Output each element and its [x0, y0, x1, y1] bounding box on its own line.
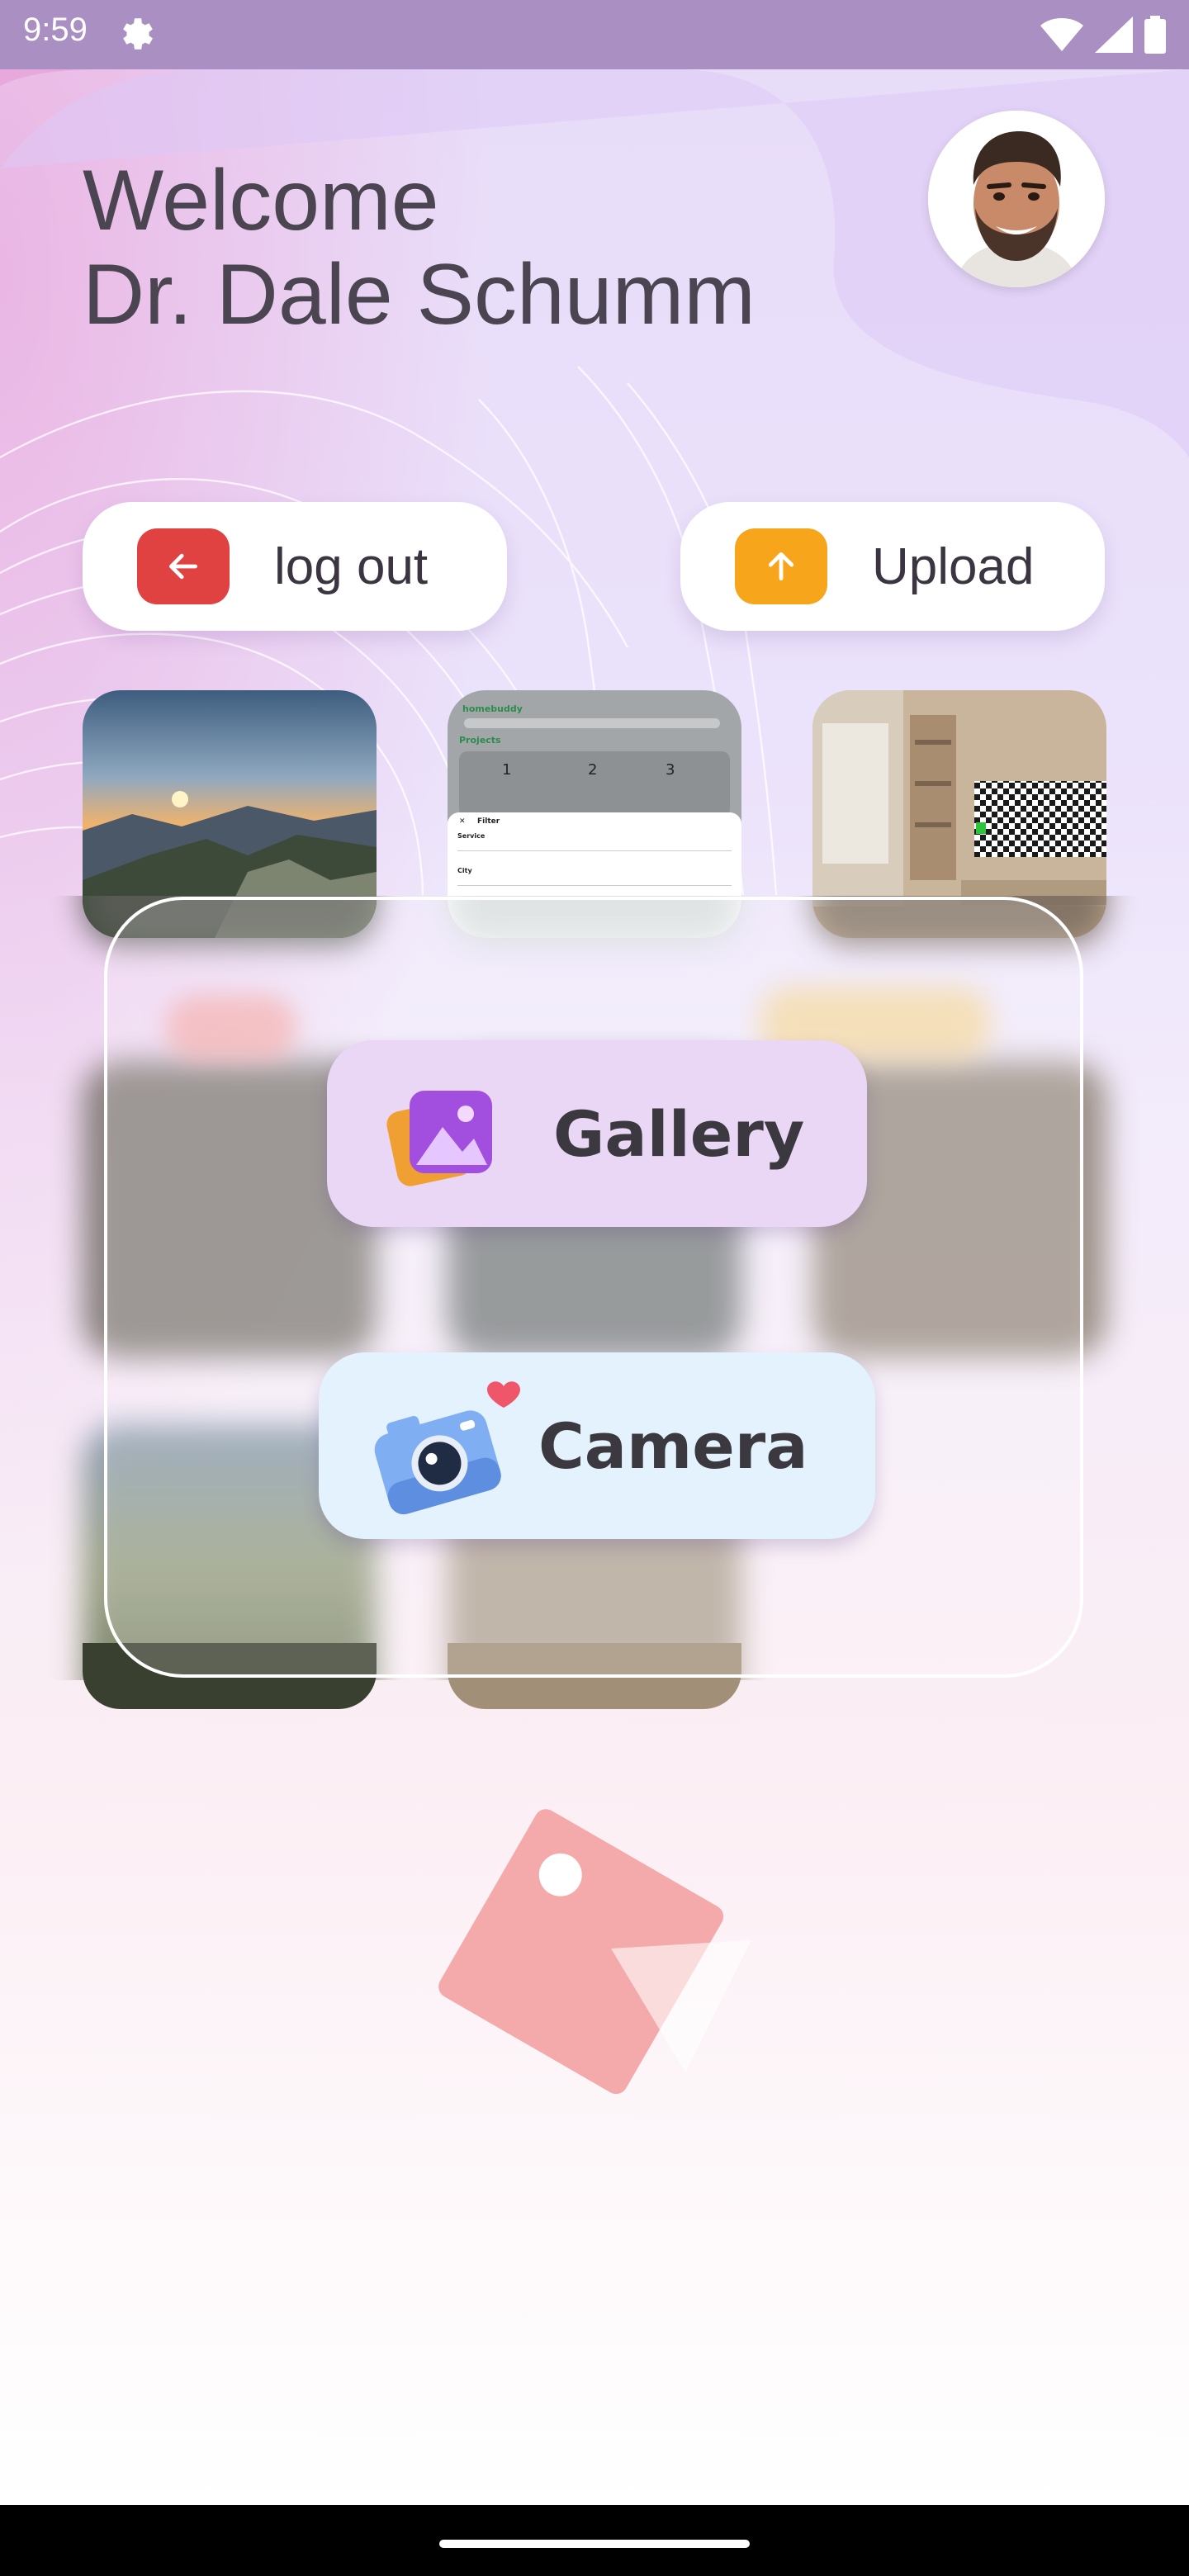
camera-label: Camera [538, 1409, 808, 1483]
screenshot-service: Service [457, 832, 486, 840]
screenshot-city: City [457, 867, 472, 874]
upload-label: Upload [872, 537, 1035, 595]
gallery-label: Gallery [553, 1096, 805, 1171]
avatar-portrait [928, 111, 1105, 287]
signal-icon [1095, 17, 1133, 53]
logout-button[interactable]: log out [83, 502, 507, 631]
arrow-left-icon [137, 528, 230, 604]
avatar[interactable] [928, 111, 1105, 287]
navigation-bar [0, 2505, 1189, 2576]
home-gesture-handle[interactable] [439, 2540, 750, 2548]
gear-icon [123, 18, 153, 50]
user-name: Dr. Dale Schumm [83, 247, 756, 343]
camera-icon [374, 1381, 520, 1515]
upload-button[interactable]: Upload [680, 502, 1105, 631]
battery-icon [1144, 16, 1166, 54]
arrow-up-icon [735, 528, 827, 604]
wifi-icon [1040, 18, 1083, 51]
welcome-label: Welcome [83, 153, 439, 249]
screenshot-heading: Projects [459, 735, 501, 746]
gallery-icon [386, 1091, 492, 1186]
welcome-header: Welcome Dr. Dale Schumm [83, 149, 826, 342]
empty-image-illustration [438, 1809, 751, 2095]
screenshot-filter: Filter [477, 817, 500, 826]
status-bar: 9:59 [0, 0, 1189, 69]
image-source-dialog: Gallery Camera [104, 897, 1083, 1678]
gallery-button[interactable]: Gallery [327, 1040, 867, 1227]
screenshot-app-name: homebuddy [462, 703, 523, 714]
status-time: 9:59 [23, 12, 88, 48]
camera-button[interactable]: Camera [319, 1352, 875, 1539]
logout-label: log out [274, 537, 429, 595]
